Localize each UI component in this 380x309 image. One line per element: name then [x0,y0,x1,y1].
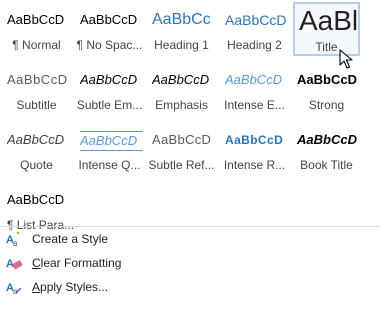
style-sample-text: AaBbCcD [7,72,68,87]
apply-styles-label: Apply Styles... [32,280,108,294]
style-item[interactable]: AaBbCcD Intense Q... [76,122,143,176]
apply-styles-icon: A a [6,279,24,296]
style-sample-text: AaBbCcD [225,12,287,28]
style-item[interactable]: AaBbCcD Intense E... [221,62,288,116]
apply-styles-access-key: A [32,280,41,294]
style-label: Book Title [300,158,353,172]
clear-formatting-text: lear Formatting [40,256,122,270]
style-label: Strong [308,98,345,112]
apply-styles-text: pply Styles... [40,280,109,294]
style-item[interactable]: AaBbCcD ¶ Normal [3,2,70,56]
style-item[interactable]: AaBbCcD Quote [3,122,70,176]
apply-styles-menu-item[interactable]: A a Apply Styles... [0,275,380,299]
style-sample-text: AaBbCcD [7,132,65,147]
style-item[interactable]: AaBbCcD Intense R... [221,122,288,176]
style-item[interactable]: AaBbCcD Book Title [293,122,360,176]
style-item[interactable]: AaBbCcD ¶ No Spac... [76,2,143,56]
style-sample-text: AaBbCcD [80,12,138,27]
style-sample-text: AaBbCcD [7,12,65,27]
style-item[interactable]: AaBbCc Heading 1 [148,2,215,56]
style-sample-text: AaBbCcD [152,132,212,147]
style-label: Intense Q... [78,158,141,172]
style-label: Emphasis [155,98,208,112]
style-item[interactable]: AaBl Title [293,2,360,56]
style-label: ¶ No Spac... [76,38,143,52]
style-label: Subtle Ref... [148,158,215,172]
clear-formatting-menu-item[interactable]: A Clear Formatting [0,251,380,275]
styles-gallery-panel: AaBbCcD ¶ Normal AaBbCcD ¶ No Spac... AaBbCc… [0,0,380,309]
style-item[interactable]: AaBbCcD Subtle Ref... [148,122,215,176]
style-label: Intense R... [223,158,286,172]
style-sample-text: AaBbCcD [225,72,283,87]
style-label: Subtle Em... [76,98,143,112]
style-label: Heading 2 [227,38,282,52]
style-label: Heading 1 [154,38,209,52]
style-sample-text: AaBbCcD [80,72,138,87]
clear-formatting-access-key: C [32,256,41,270]
style-sample-text: AaBbCc [152,11,211,28]
style-label: Quote [20,158,53,172]
style-sample-text: AaBl [299,6,358,36]
style-sample-text: AaBbCcD [225,133,284,147]
create-style-icon: A a [6,231,24,248]
style-sample-text: AaBbCcD [297,72,357,87]
style-label: Intense E... [224,98,285,112]
style-item[interactable]: AaBbCcD Subtle Em... [76,62,143,116]
svg-text:a: a [13,239,18,247]
style-sample-text: AaBbCcD [297,132,357,147]
style-label: Subtitle [16,98,57,112]
style-item[interactable]: AaBbCcD Subtitle [3,62,70,116]
create-style-menu-item[interactable]: A a Create a Style [0,227,380,251]
style-item[interactable]: AaBbCcD Emphasis [148,62,215,116]
clear-formatting-label: Clear Formatting [32,256,121,270]
style-sample-text: AaBbCcD [152,72,210,87]
create-style-label: Create a Style [32,232,109,246]
style-sample-text: AaBbCcD [7,192,65,207]
mouse-pointer-icon [339,49,355,71]
style-sample-text: AaBbCcD [80,131,143,151]
clear-formatting-icon: A [6,255,24,271]
style-label: ¶ Normal [12,38,61,52]
style-item[interactable]: AaBbCcD Heading 2 [221,2,288,56]
